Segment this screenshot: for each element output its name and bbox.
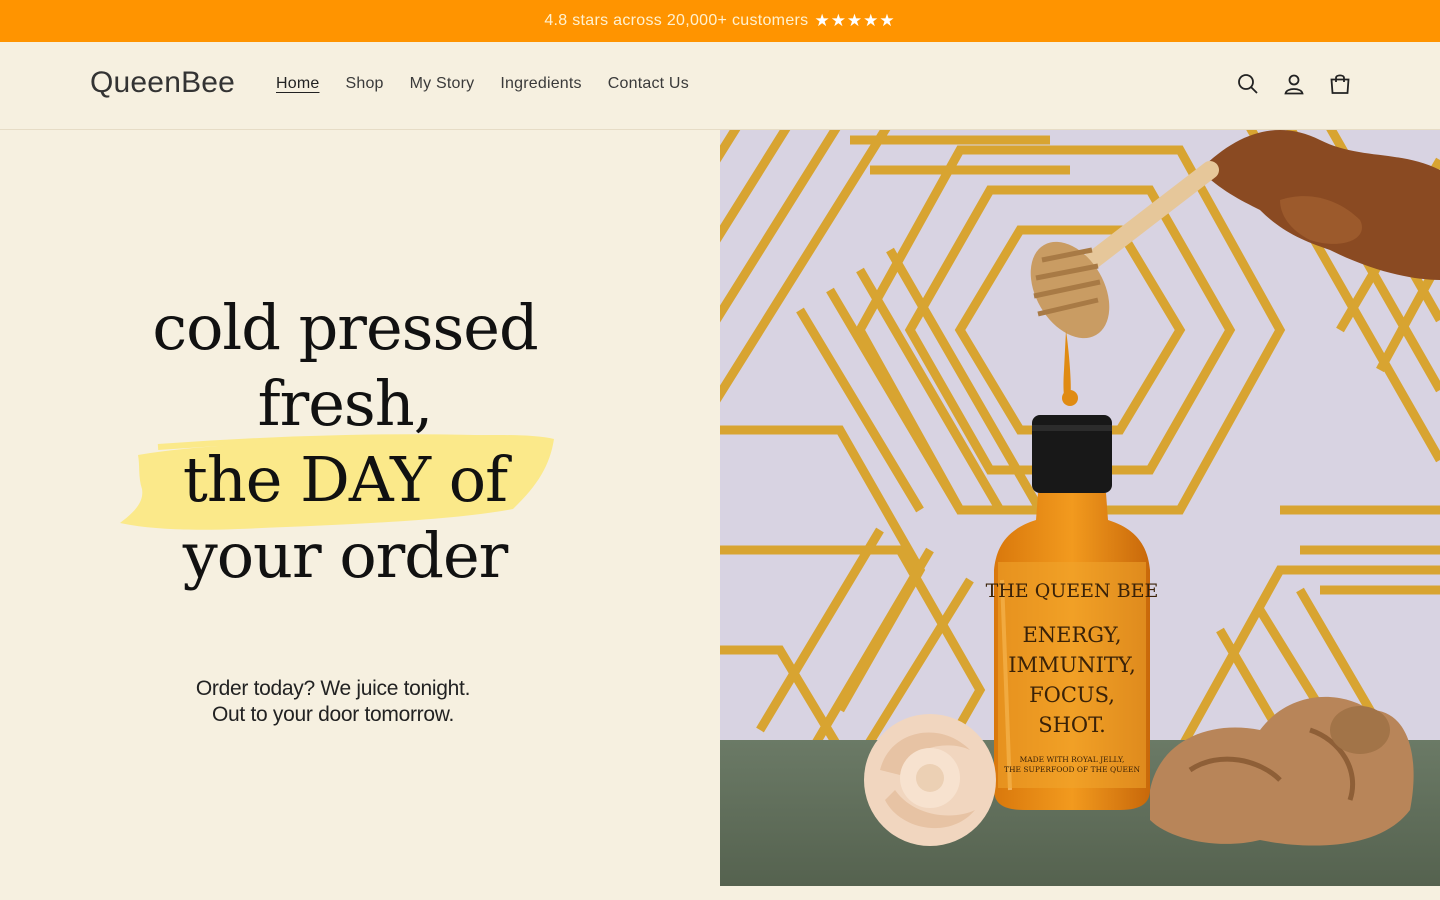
header-icons — [1236, 72, 1352, 96]
logo[interactable]: QueenBee — [90, 66, 235, 100]
svg-text:THE QUEEN BEE: THE QUEEN BEE — [986, 580, 1159, 602]
main-nav: Home Shop My Story Ingredients Contact U… — [276, 75, 715, 93]
headline-line-1: cold pressed — [152, 291, 538, 364]
announcement-text: 4.8 stars across 20,000+ customers — [544, 12, 809, 29]
bottom-page-edge — [0, 886, 1440, 900]
nav-home[interactable]: Home — [276, 75, 319, 93]
nav-my-story[interactable]: My Story — [410, 75, 475, 93]
headline-line-4: your order — [182, 519, 509, 592]
site-header: QueenBee Home Shop My Story Ingredients … — [0, 42, 1440, 130]
account-icon[interactable] — [1282, 72, 1306, 96]
svg-text:MADE WITH ROYAL JELLY,: MADE WITH ROYAL JELLY, — [1020, 755, 1125, 764]
rating-stars: ★★★★★ — [814, 11, 896, 30]
svg-text:ENERGY,: ENERGY, — [1022, 623, 1121, 647]
cart-icon[interactable] — [1328, 72, 1352, 96]
nav-ingredients[interactable]: Ingredients — [500, 75, 581, 93]
headline-line-2: fresh, — [257, 367, 434, 440]
hero-product-image: THE QUEEN BEE ENERGY, IMMUNITY, FOCUS, S… — [720, 130, 1440, 886]
product-photo: THE QUEEN BEE ENERGY, IMMUNITY, FOCUS, S… — [720, 130, 1440, 886]
subtext-line-1: Order today? We juice tonight. — [195, 677, 471, 700]
svg-text:SHOT.: SHOT. — [1038, 713, 1106, 737]
search-icon[interactable] — [1236, 72, 1260, 96]
hero-subtext: Order today? We juice tonight. Out to yo… — [0, 676, 666, 728]
announcement-bar: 4.8 stars across 20,000+ customers ★★★★★ — [0, 0, 1440, 42]
nav-contact-us[interactable]: Contact Us — [608, 75, 689, 93]
headline-line-3: the DAY of — [182, 443, 508, 516]
svg-text:THE SUPERFOOD OF THE QUEEN: THE SUPERFOOD OF THE QUEEN — [1004, 765, 1140, 774]
nav-shop[interactable]: Shop — [345, 75, 383, 93]
hero-headline: cold pressed fresh, the DAY of your orde… — [0, 290, 690, 594]
svg-text:IMMUNITY,: IMMUNITY, — [1008, 653, 1136, 677]
subtext-line-2: Out to your door tomorrow. — [212, 703, 454, 726]
svg-text:FOCUS,: FOCUS, — [1029, 683, 1115, 707]
flower-decoration — [864, 714, 996, 846]
hero-text-panel: cold pressed fresh, the DAY of your orde… — [0, 130, 720, 886]
